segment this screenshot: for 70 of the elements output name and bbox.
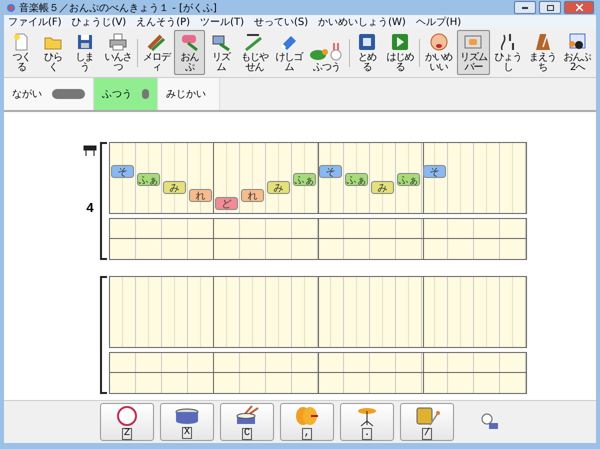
- note-length-bar: [52, 89, 85, 99]
- window-title: 音楽帳５／おんぷのべんきょう１ - [がくふ]: [19, 2, 218, 14]
- singing-child-icon: [428, 32, 449, 52]
- toolbar-button[interactable]: しまう: [69, 30, 100, 75]
- note-block[interactable]: ふぁ: [137, 173, 160, 186]
- close-icon: [576, 4, 582, 11]
- bass-drum-icon: [116, 404, 138, 426]
- toolbar-button[interactable]: いんさつ: [100, 30, 135, 75]
- minimize-icon: [522, 6, 528, 8]
- toolbar-button[interactable]: ひょうし: [491, 30, 525, 75]
- maximize-button[interactable]: [539, 1, 561, 14]
- drum-pad-button[interactable]: C: [220, 403, 274, 441]
- menu-item[interactable]: ヘルプ(H): [416, 14, 462, 28]
- play-icon: [390, 32, 410, 52]
- stop-icon: [357, 32, 378, 52]
- toolbar-button[interactable]: リズムバー: [456, 30, 490, 75]
- toolbar-button[interactable]: まえうち: [526, 30, 560, 75]
- toolbar-button[interactable]: ふつう: [306, 40, 347, 75]
- drum-sticks-icon: [234, 404, 260, 426]
- note-length-bar: [142, 89, 149, 99]
- piano-icon: [83, 144, 97, 156]
- note-block[interactable]: れ: [241, 189, 264, 202]
- note-block[interactable]: み: [371, 181, 394, 194]
- note-pencil-icon: [180, 32, 200, 52]
- toolbar-button[interactable]: はじめる: [383, 30, 417, 75]
- printer-icon: [108, 32, 128, 52]
- app-icon: [6, 2, 16, 12]
- drum-mallet-icon: [414, 404, 440, 426]
- note-block[interactable]: そ: [319, 165, 342, 178]
- measure-count: 4: [86, 200, 94, 214]
- note-block[interactable]: ど: [215, 197, 238, 210]
- note-block[interactable]: れ: [189, 189, 212, 202]
- menu-item[interactable]: ツール(T): [200, 14, 244, 28]
- drum-pad-button[interactable]: /: [400, 403, 454, 441]
- toolbar-button[interactable]: リズム: [206, 30, 236, 75]
- minimize-button[interactable]: [514, 1, 536, 14]
- toolbar-button[interactable]: おんぷ: [174, 30, 205, 75]
- menu-item[interactable]: ひょうじ(V): [72, 14, 126, 28]
- drum-pad-button[interactable]: X: [160, 403, 214, 441]
- toolbar-button[interactable]: つくる: [6, 30, 37, 75]
- maximize-icon: [546, 4, 554, 10]
- note-block[interactable]: そ: [423, 165, 446, 178]
- toolbar-button[interactable]: とめる: [352, 30, 382, 75]
- toolbar-button[interactable]: けしゴム: [272, 30, 306, 75]
- toolbar-button[interactable]: ひらく: [38, 30, 68, 75]
- note-block[interactable]: ふぁ: [293, 173, 316, 186]
- note-window-icon: [567, 32, 588, 52]
- note-length-button[interactable]: みじかい: [158, 78, 220, 110]
- menu-item[interactable]: えんそう(P): [136, 14, 190, 28]
- toolbar-button[interactable]: おんぷ2へ: [560, 30, 594, 75]
- note-length-button[interactable]: ながい: [4, 78, 94, 110]
- drum-pad-button[interactable]: ,: [280, 403, 334, 441]
- cymbals-icon: [294, 404, 320, 426]
- toolbar-button[interactable]: メロディ: [140, 30, 174, 75]
- note-block[interactable]: そ: [111, 165, 134, 178]
- snare-drum-icon: [174, 406, 200, 426]
- toolbar-button[interactable]: もじやせん: [237, 30, 272, 75]
- drum-kit-icon: [480, 412, 500, 432]
- close-button[interactable]: [564, 1, 594, 14]
- menu-item[interactable]: せってい(S): [254, 14, 308, 28]
- note-length-button[interactable]: ふつう: [94, 78, 158, 110]
- drum-pad-button[interactable]: .: [340, 403, 394, 441]
- note-block[interactable]: ふぁ: [345, 173, 368, 186]
- menu-item[interactable]: ファイル(F): [8, 14, 62, 28]
- note-block[interactable]: み: [163, 181, 186, 194]
- note-block[interactable]: み: [267, 181, 290, 194]
- menu-item[interactable]: かいめいしょう(W): [318, 14, 406, 28]
- note-block[interactable]: ふぁ: [397, 173, 420, 186]
- drum-pad-button[interactable]: Z: [100, 403, 154, 441]
- toolbar-button[interactable]: かいめいい: [422, 30, 456, 75]
